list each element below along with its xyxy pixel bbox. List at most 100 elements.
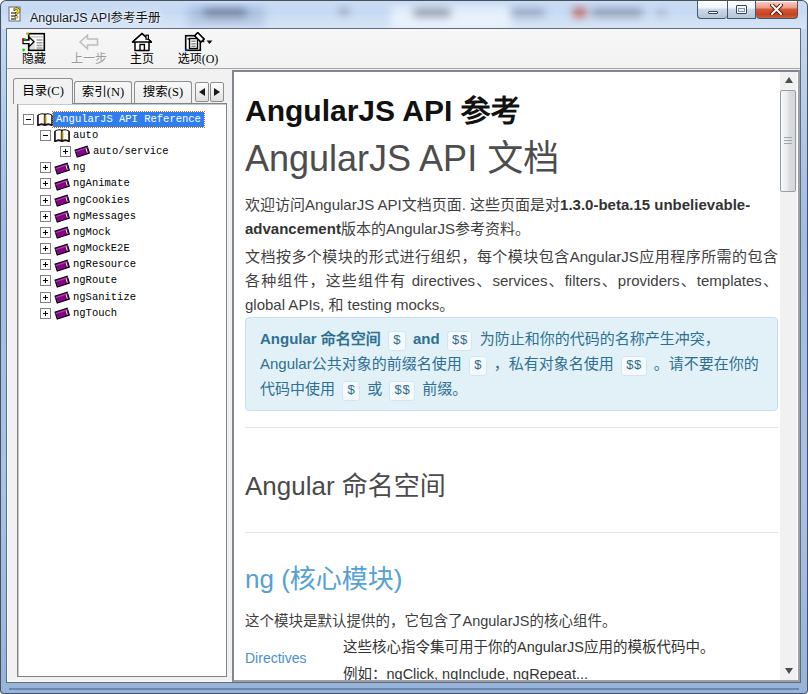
contents-tree: AngularJS API Reference auto auto/servic… [17, 103, 227, 677]
ng-module-heading[interactable]: ng (核心模块) [245, 563, 778, 595]
book-open-icon [54, 128, 70, 142]
expand-icon[interactable] [40, 195, 51, 206]
content-scrollbar[interactable] [780, 72, 797, 680]
tab-contents[interactable]: 目录(C) [13, 78, 73, 104]
minimize-button[interactable] [697, 1, 727, 19]
chm-app-icon-image: ? [8, 5, 25, 22]
code-dollar: $ [342, 381, 360, 401]
modules-paragraph: 文档按多个模块的形式进行组织，每个模块包含AngularJS应用程序所需的包含各… [245, 245, 778, 317]
tree-item-auto[interactable]: auto [18, 127, 226, 143]
tree-item-label: ngSanitize [70, 290, 139, 305]
hide-button-label: 隐藏 [22, 53, 46, 66]
ng-module-heading-text: ng (核心模块) [245, 564, 402, 594]
tab-search[interactable]: 搜索(S) [134, 81, 192, 103]
divider [245, 532, 778, 533]
hide-icon-image [22, 32, 46, 52]
scrollbar-thumb[interactable] [780, 90, 796, 192]
expand-icon[interactable] [60, 146, 71, 157]
arrow-left-icon [199, 88, 205, 96]
tree-item-label: auto/service [90, 144, 172, 159]
tree-item-ngtouch[interactable]: ngTouch [18, 305, 226, 321]
tree-item-nganimate[interactable]: ngAnimate [18, 176, 226, 192]
intro-paragraph: 欢迎访问AngularJS API文档页面. 这些页面是对1.3.0-beta.… [245, 193, 778, 241]
tree-item-label: ngCookies [70, 193, 133, 208]
close-button[interactable] [756, 1, 798, 19]
intro-text: 欢迎访问AngularJS API文档页面. 这些页面是对 [245, 196, 560, 213]
tree-item-ngsanitize[interactable]: ngSanitize [18, 289, 226, 305]
expand-icon[interactable] [40, 275, 51, 286]
chm-app-icon: ? [8, 5, 25, 22]
arrow-down-icon [785, 668, 793, 674]
tree-item-ngmessages[interactable]: ngMessages [18, 208, 226, 224]
back-button-label: 上一步 [71, 53, 107, 66]
expand-icon[interactable] [40, 162, 51, 173]
namespace-note-box: Angular 命名空间 $ and $$ 为防止和你的代码的名称产生冲突，An… [245, 317, 778, 411]
window-title: AngularJS API参考手册 [30, 7, 161, 26]
tree-item-angularjs-api-reference[interactable]: AngularJS API Reference [18, 111, 226, 127]
collapse-icon[interactable] [23, 114, 34, 125]
tree-item-ng[interactable]: ng [18, 160, 226, 176]
book-closed-icon [54, 225, 70, 239]
bottom-frame-accent [9, 688, 799, 690]
expand-icon[interactable] [40, 259, 51, 270]
tab-search-label: 搜索(S) [143, 85, 183, 99]
tree-item-ngmock[interactable]: ngMock [18, 224, 226, 240]
book-closed-icon [54, 290, 70, 304]
tree-item-auto-service[interactable]: auto/service [18, 143, 226, 159]
code-double-dollar: $$ [447, 331, 473, 351]
namespace-section-title: Angular 命名空间 [245, 470, 778, 502]
expand-icon[interactable] [40, 211, 51, 222]
note-bold-title: Angular 命名空间 [260, 330, 381, 347]
expand-icon[interactable] [40, 178, 51, 189]
directives-example-text: 例如：ngClick, ngInclude, ngRepeat... [343, 664, 778, 680]
tree-item-label: ngRoute [70, 273, 120, 288]
chm-help-window: ? AngularJS API参考手册 [0, 0, 808, 694]
maximize-button[interactable] [727, 1, 756, 19]
book-closed-icon [54, 306, 70, 320]
tree-item-label: AngularJS API Reference [53, 112, 204, 127]
scroll-down-button[interactable] [780, 663, 797, 679]
tab-index[interactable]: 索引(N) [74, 81, 132, 103]
tree-item-ngcookies[interactable]: ngCookies [18, 192, 226, 208]
directives-link[interactable]: Directives [245, 637, 343, 680]
note-text: 前缀。 [422, 380, 467, 397]
home-icon-image [131, 32, 153, 52]
hide-button[interactable]: 隐藏 [10, 31, 58, 67]
home-button[interactable]: 主页 [120, 31, 164, 67]
book-closed-icon [54, 193, 70, 207]
book-closed-icon [54, 177, 70, 191]
book-closed-icon [54, 258, 70, 272]
close-icon [770, 4, 783, 15]
code-dollar: $ [469, 356, 487, 376]
page-title: AngularJS API 参考 [245, 93, 778, 128]
scroll-up-button[interactable] [780, 72, 797, 88]
back-icon-image [78, 33, 100, 51]
scroll-tabs-right-button[interactable] [210, 82, 224, 102]
expand-icon[interactable] [40, 292, 51, 303]
tree-item-ngmocke2e[interactable]: ngMockE2E [18, 241, 226, 257]
collapse-icon[interactable] [40, 130, 51, 141]
tree-item-label: ngAnimate [70, 176, 133, 191]
expand-icon[interactable] [40, 243, 51, 254]
options-icon [183, 31, 213, 52]
code-double-dollar: $$ [621, 356, 647, 376]
tree-item-ngresource[interactable]: ngResource [18, 257, 226, 273]
home-button-label: 主页 [130, 53, 154, 66]
tree-item-ngroute[interactable]: ngRoute [18, 273, 226, 289]
options-button[interactable]: 选项(O) [167, 31, 229, 67]
directives-description-text: 这些核心指令集可用于你的AngularJS应用的模板代码中。 [343, 637, 778, 658]
svg-text:?: ? [13, 6, 20, 21]
expand-icon[interactable] [40, 227, 51, 238]
minimize-icon [708, 11, 718, 14]
scroll-tabs-left-button[interactable] [195, 82, 209, 102]
ng-module-description: 这个模块是默认提供的，它包含了AngularJS的核心组件。 [245, 611, 778, 632]
expand-icon[interactable] [40, 308, 51, 319]
note-text: 或 [367, 380, 382, 397]
intro-text-tail: 版本的AngularJS参考资料。 [341, 220, 530, 237]
scrollbar-grip [784, 137, 792, 145]
book-closed-icon [74, 144, 90, 158]
topic-content-body: AngularJS API 参考 AngularJS API 文档 欢迎访问An… [235, 72, 780, 680]
book-open-icon [37, 112, 53, 126]
arrow-right-icon [214, 88, 220, 96]
back-button[interactable]: 上一步 [61, 31, 117, 67]
